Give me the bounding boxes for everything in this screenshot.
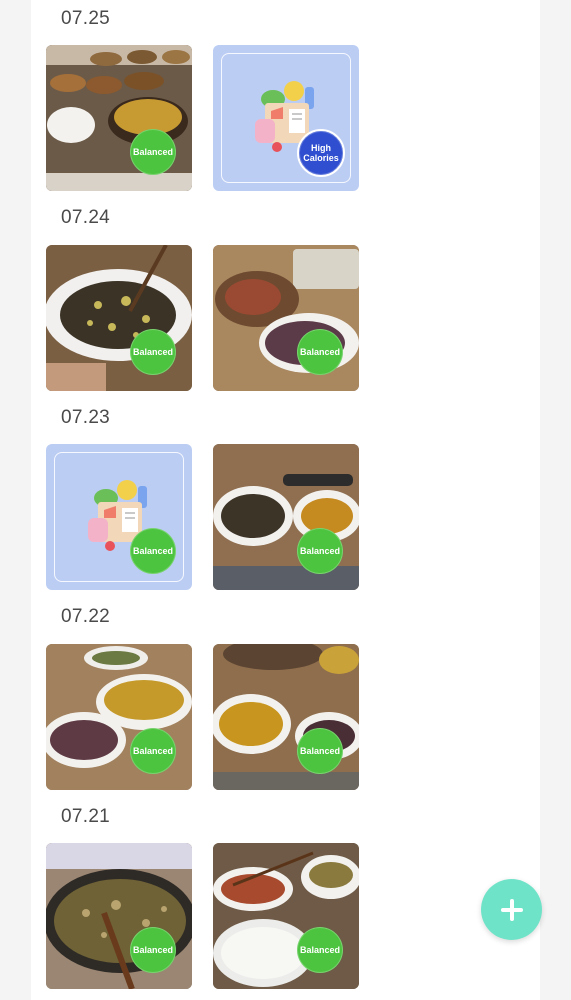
- meal-thumbnail[interactable]: Balanced: [213, 644, 359, 790]
- nutrition-badge: Balanced: [297, 927, 343, 973]
- meal-thumbnail[interactable]: Balanced: [46, 444, 192, 590]
- meal-photo-icon: [46, 843, 192, 989]
- day-date: 07.21: [61, 806, 111, 827]
- meal-thumbnail[interactable]: Balanced: [213, 444, 359, 590]
- meal-photo-icon: [46, 245, 192, 391]
- meal-photo-icon: [213, 644, 359, 790]
- meal-photo-icon: [46, 644, 192, 790]
- nutrition-badge: Balanced: [297, 728, 343, 774]
- meal-thumbnail[interactable]: Balanced: [213, 245, 359, 391]
- day-date: 07.25: [61, 8, 111, 29]
- meal-photo-icon: [46, 45, 192, 191]
- meal-photo-icon: [213, 245, 359, 391]
- meal-photo-icon: [213, 843, 359, 989]
- nutrition-badge: Balanced: [297, 528, 343, 574]
- meal-photo-icon: [213, 444, 359, 590]
- nutrition-badge: Balanced: [130, 528, 176, 574]
- nutrition-badge: Balanced: [130, 329, 176, 375]
- meal-thumbnail[interactable]: High Calories: [213, 45, 359, 191]
- day-date: 07.23: [61, 407, 111, 428]
- meal-thumbnail[interactable]: Balanced: [213, 843, 359, 989]
- add-meal-button[interactable]: [481, 879, 542, 940]
- plus-icon: [500, 898, 523, 921]
- meal-log-panel: 07.25 Balanced High Calories 07.24 Balan…: [31, 0, 540, 1000]
- nutrition-badge: Balanced: [130, 129, 176, 175]
- day-date: 07.22: [61, 606, 111, 627]
- nutrition-badge: High Calories: [297, 129, 345, 177]
- nutrition-badge: Balanced: [297, 329, 343, 375]
- meal-thumbnail[interactable]: Balanced: [46, 245, 192, 391]
- day-date: 07.24: [61, 207, 111, 228]
- meal-thumbnail[interactable]: Balanced: [46, 644, 192, 790]
- nutrition-badge: Balanced: [130, 927, 176, 973]
- meal-thumbnail[interactable]: Balanced: [46, 45, 192, 191]
- nutrition-badge: Balanced: [130, 728, 176, 774]
- meal-thumbnail[interactable]: Balanced: [46, 843, 192, 989]
